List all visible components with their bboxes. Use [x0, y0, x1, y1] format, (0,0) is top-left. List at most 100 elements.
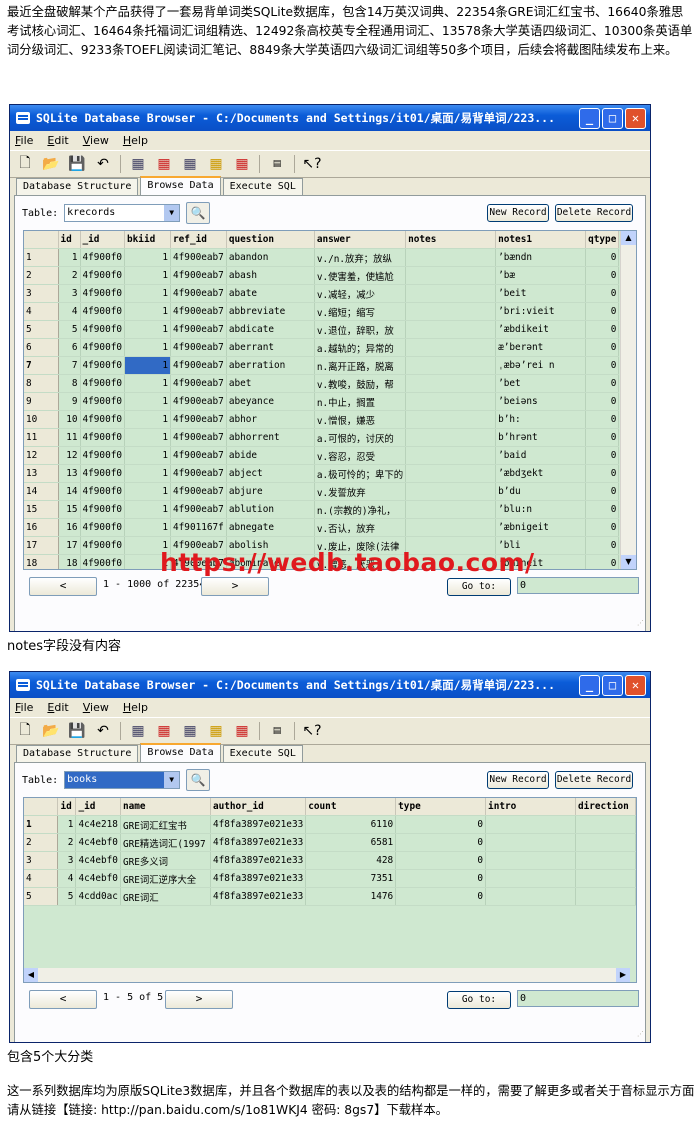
- find-button[interactable]: 🔍: [186, 202, 211, 224]
- row-header[interactable]: 5: [24, 320, 59, 339]
- cell-bkiid[interactable]: 1: [124, 320, 172, 339]
- cell-direction[interactable]: [575, 869, 636, 888]
- cell-id[interactable]: 4f900f0: [80, 446, 126, 465]
- goto-button[interactable]: Go to:: [447, 991, 511, 1009]
- cell-question[interactable]: abide: [226, 446, 315, 465]
- cell-answer[interactable]: n.离开正路，脱离: [314, 356, 407, 375]
- cell-notes[interactable]: [405, 410, 497, 429]
- cell-qtype[interactable]: 0: [585, 554, 620, 569]
- cell-notes[interactable]: [405, 320, 497, 339]
- table-row[interactable]: 8 8 4f900f0 1 4f900eab7 abet v.教唆，鼓励，帮 ʼbet 0: [24, 374, 620, 393]
- cell-notes1[interactable]: ʼæbdikeit: [495, 320, 587, 339]
- menu-help[interactable]: Help: [123, 134, 148, 147]
- cell-id[interactable]: 4cdd0ac: [75, 887, 121, 906]
- cell-name[interactable]: GRE词汇红宝书: [120, 815, 211, 834]
- cell-refid[interactable]: 4f900eab7: [170, 374, 227, 393]
- cell-qtype[interactable]: 0: [585, 518, 620, 537]
- create-table-icon[interactable]: ▦: [127, 154, 149, 174]
- cell-refid[interactable]: 4f900eab7: [170, 284, 227, 303]
- cell-id[interactable]: 4f900f0: [80, 410, 126, 429]
- cell-question[interactable]: abbreviate: [226, 302, 315, 321]
- cell-qtype[interactable]: 0: [585, 464, 620, 483]
- row-header[interactable]: 15: [24, 500, 59, 519]
- cell-answer[interactable]: a.越轨的；异常的: [314, 338, 407, 357]
- menu-file[interactable]: File: [15, 134, 33, 147]
- cell-id[interactable]: 4f900f0: [80, 464, 126, 483]
- menu-help[interactable]: Help: [123, 701, 148, 714]
- table-row[interactable]: 4 4 4c4ebf0 GRE词汇逆序大全 4f8fa3897e021e33 7351 0: [24, 869, 636, 888]
- row-header[interactable]: 1: [24, 815, 59, 834]
- goto-input[interactable]: 0: [517, 990, 639, 1007]
- cell-bkiid[interactable]: 1: [124, 392, 172, 411]
- cell-name[interactable]: GRE多义词: [120, 851, 211, 870]
- cell-id[interactable]: 3: [58, 284, 81, 303]
- cell-qtype[interactable]: 0: [585, 338, 620, 357]
- cell-authorid[interactable]: 4f8fa3897e021e33: [210, 851, 307, 870]
- cell-authorid[interactable]: 4f8fa3897e021e33: [210, 869, 307, 888]
- row-header[interactable]: 13: [24, 464, 59, 483]
- cell-refid[interactable]: 4f900eab7: [170, 428, 227, 447]
- cell-question[interactable]: abdicate: [226, 320, 315, 339]
- cell-refid[interactable]: 4f900eab7: [170, 446, 227, 465]
- tab-browse-data[interactable]: Browse Data: [140, 743, 221, 762]
- modify-table-icon[interactable]: ▦: [179, 154, 201, 174]
- cell-answer[interactable]: v.教唆，鼓励，帮: [314, 374, 407, 393]
- cell-id[interactable]: 16: [58, 518, 81, 537]
- cell-authorid[interactable]: 4f8fa3897e021e33: [210, 833, 307, 852]
- cell-refid[interactable]: 4f901167f: [170, 518, 227, 537]
- column-header-authorid[interactable]: author_id: [210, 798, 307, 816]
- cell-answer[interactable]: v.缩短；缩写: [314, 302, 407, 321]
- delete-index-icon[interactable]: ▦: [231, 721, 253, 741]
- cell-type[interactable]: 0: [395, 851, 487, 870]
- title-bar[interactable]: SQLite Database Browser - C:/Documents a…: [10, 672, 650, 698]
- column-header-notes1[interactable]: notes1: [495, 231, 587, 249]
- new-record-button[interactable]: New Record: [487, 771, 549, 789]
- modify-table-icon[interactable]: ▦: [179, 721, 201, 741]
- row-header[interactable]: 14: [24, 482, 59, 501]
- minimize-button[interactable]: _: [579, 675, 600, 696]
- row-header[interactable]: 16: [24, 518, 59, 537]
- table-row[interactable]: 2 2 4f900f0 1 4f900eab7 abash v.使害羞，使尴尬 ʼbæ 0: [24, 266, 620, 285]
- cell-id[interactable]: 9: [58, 392, 81, 411]
- horizontal-scrollbar[interactable]: ◀ ▶: [24, 968, 630, 982]
- cell-id[interactable]: 4f900f0: [80, 482, 126, 501]
- row-header[interactable]: 8: [24, 374, 59, 393]
- cell-qtype[interactable]: 0: [585, 374, 620, 393]
- create-index-icon[interactable]: ▦: [205, 721, 227, 741]
- cell-id[interactable]: 2: [58, 266, 81, 285]
- cell-refid[interactable]: 4f900eab7: [170, 482, 227, 501]
- column-header-bkiid[interactable]: bkiid: [124, 231, 172, 249]
- tab-execute-sql[interactable]: Execute SQL: [222, 178, 303, 195]
- row-header[interactable]: 7: [24, 356, 59, 375]
- row-header[interactable]: 10: [24, 410, 59, 429]
- whats-this-icon[interactable]: ↖?: [301, 154, 323, 174]
- cell-direction[interactable]: [575, 887, 636, 906]
- cell-id[interactable]: 4f900f0: [80, 320, 126, 339]
- cell-notes1[interactable]: ʼbet: [495, 374, 587, 393]
- cell-question[interactable]: abjure: [226, 482, 315, 501]
- cell-notes[interactable]: [405, 518, 497, 537]
- cell-notes[interactable]: [405, 392, 497, 411]
- cell-answer[interactable]: a.可恨的，讨厌的: [314, 428, 407, 447]
- new-database-icon[interactable]: 🗋: [14, 721, 36, 741]
- cell-id[interactable]: 17: [58, 536, 81, 555]
- cell-id[interactable]: 1: [58, 248, 81, 267]
- cell-qtype[interactable]: 0: [585, 482, 620, 501]
- cell-id[interactable]: 5: [58, 320, 81, 339]
- cell-qtype[interactable]: 0: [585, 410, 620, 429]
- table-row[interactable]: 3 3 4f900f0 1 4f900eab7 abate v.减轻，减少 ʼbeit 0: [24, 284, 620, 303]
- cell-refid[interactable]: 4f900eab7: [170, 302, 227, 321]
- cell-qtype[interactable]: 0: [585, 248, 620, 267]
- open-database-icon[interactable]: 📂: [40, 154, 62, 174]
- table-row[interactable]: 6 6 4f900f0 1 4f900eab7 aberrant a.越轨的；异常的 æʼbe…: [24, 338, 620, 357]
- whats-this-icon[interactable]: ↖?: [301, 721, 323, 741]
- cell-bkiid[interactable]: 1: [124, 482, 172, 501]
- cell-intro[interactable]: [485, 833, 576, 852]
- cell-notes[interactable]: [405, 482, 497, 501]
- tab-database-structure[interactable]: Database Structure: [16, 745, 139, 762]
- cell-id[interactable]: 18: [58, 554, 81, 569]
- cell-id[interactable]: 4f900f0: [80, 284, 126, 303]
- cell-id[interactable]: 4f900f0: [80, 500, 126, 519]
- cell-count[interactable]: 7351: [305, 869, 397, 888]
- cell-bkiid[interactable]: 1: [124, 374, 172, 393]
